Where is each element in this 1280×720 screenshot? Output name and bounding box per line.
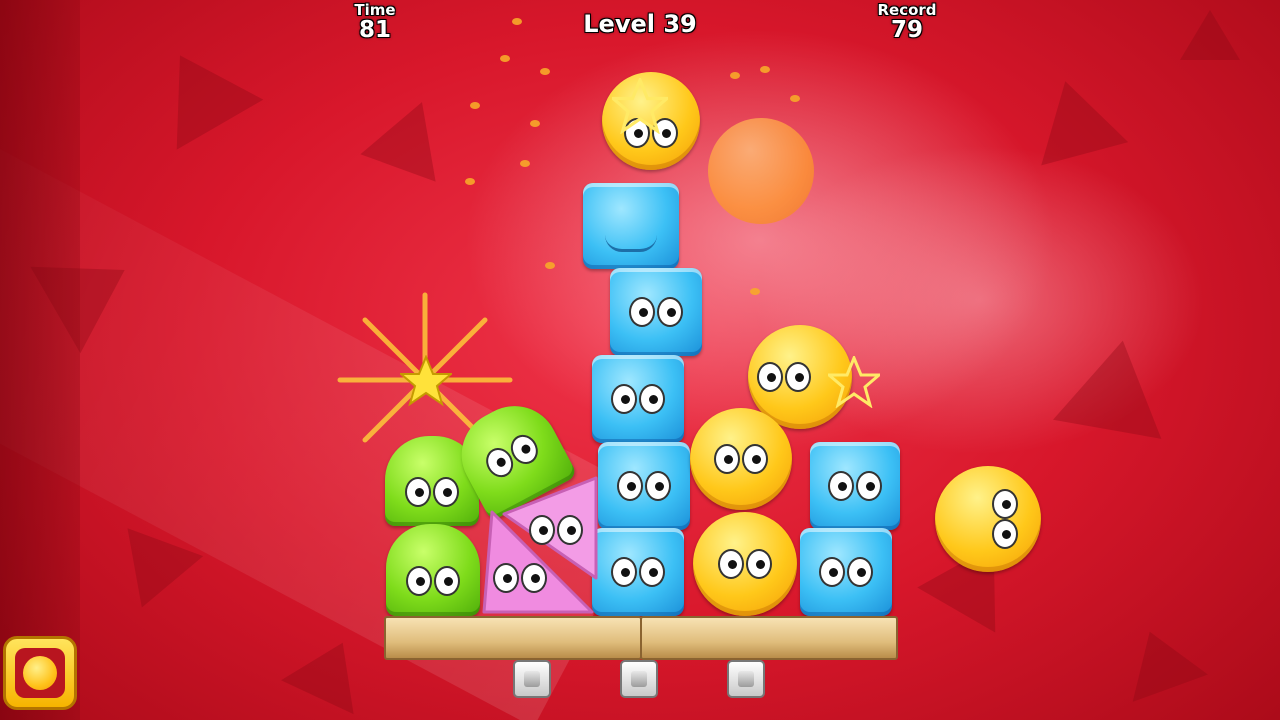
star-outline-icon bbox=[612, 78, 668, 134]
particle bbox=[465, 178, 475, 185]
support-peg bbox=[513, 660, 551, 698]
star-icon[interactable] bbox=[400, 355, 452, 407]
bg-triangle bbox=[1021, 69, 1129, 166]
yellow-ball-piece[interactable] bbox=[690, 408, 792, 510]
piece-eyes bbox=[828, 471, 882, 501]
piece-eyes bbox=[617, 471, 671, 501]
blue-block-piece[interactable] bbox=[800, 528, 892, 616]
piece-eyes bbox=[714, 444, 768, 474]
blue-block-piece[interactable] bbox=[810, 442, 900, 530]
piece-eyes bbox=[819, 557, 873, 587]
blue-block-piece[interactable] bbox=[592, 355, 684, 443]
particle bbox=[500, 55, 510, 62]
bg-triangle bbox=[281, 625, 379, 715]
particle bbox=[750, 288, 760, 295]
piece-eyes bbox=[405, 476, 459, 507]
particle bbox=[540, 68, 550, 75]
piece-eyes bbox=[611, 557, 665, 587]
bg-triangle bbox=[1112, 618, 1208, 702]
yellow-ball-piece[interactable] bbox=[935, 466, 1041, 572]
piece-eyes bbox=[611, 384, 665, 414]
time-value: 81 bbox=[358, 17, 391, 43]
particle bbox=[470, 102, 480, 109]
piece-eyes bbox=[406, 566, 460, 597]
particle bbox=[545, 262, 555, 269]
particle bbox=[790, 95, 800, 102]
particle bbox=[730, 72, 740, 79]
piece-eyes bbox=[629, 297, 683, 327]
particle bbox=[530, 120, 540, 127]
record-label: Record bbox=[877, 1, 937, 19]
wooden-plank-right bbox=[640, 616, 898, 660]
blue-block-piece[interactable] bbox=[583, 183, 679, 269]
bg-triangle bbox=[136, 30, 264, 150]
blue-block-piece[interactable] bbox=[610, 268, 702, 356]
piece-eyes bbox=[991, 489, 1018, 549]
wooden-plank-left bbox=[384, 616, 642, 660]
orange-ball-piece[interactable] bbox=[708, 118, 814, 224]
green-arch-piece[interactable] bbox=[386, 524, 480, 616]
game-stage[interactable]: Time 81 Level 39 Record 79 bbox=[0, 0, 1280, 720]
left-side-panel bbox=[0, 0, 80, 720]
support-peg bbox=[727, 660, 765, 698]
record-display: Record 79 bbox=[867, 2, 947, 42]
bg-triangle bbox=[360, 88, 460, 182]
yellow-blob-icon bbox=[15, 648, 65, 698]
yellow-ball-piece[interactable] bbox=[693, 512, 797, 616]
star-outline-icon bbox=[828, 356, 880, 408]
bg-triangle bbox=[1180, 10, 1240, 60]
closed-eyes bbox=[605, 235, 657, 252]
particle bbox=[520, 160, 530, 167]
blue-block-piece[interactable] bbox=[598, 442, 690, 530]
bg-triangle bbox=[1053, 331, 1177, 439]
blue-block-piece[interactable] bbox=[592, 528, 684, 616]
record-value: 79 bbox=[890, 17, 923, 43]
piece-eyes bbox=[529, 515, 583, 545]
piece-eyes bbox=[718, 549, 772, 579]
time-label: Time bbox=[354, 1, 396, 19]
piece-eyes bbox=[757, 362, 812, 392]
level-title: Level 39 bbox=[583, 10, 697, 38]
particle bbox=[512, 18, 522, 25]
powerup-button[interactable] bbox=[3, 636, 77, 710]
particle bbox=[760, 66, 770, 73]
time-display: Time 81 bbox=[340, 2, 410, 42]
support-peg bbox=[620, 660, 658, 698]
